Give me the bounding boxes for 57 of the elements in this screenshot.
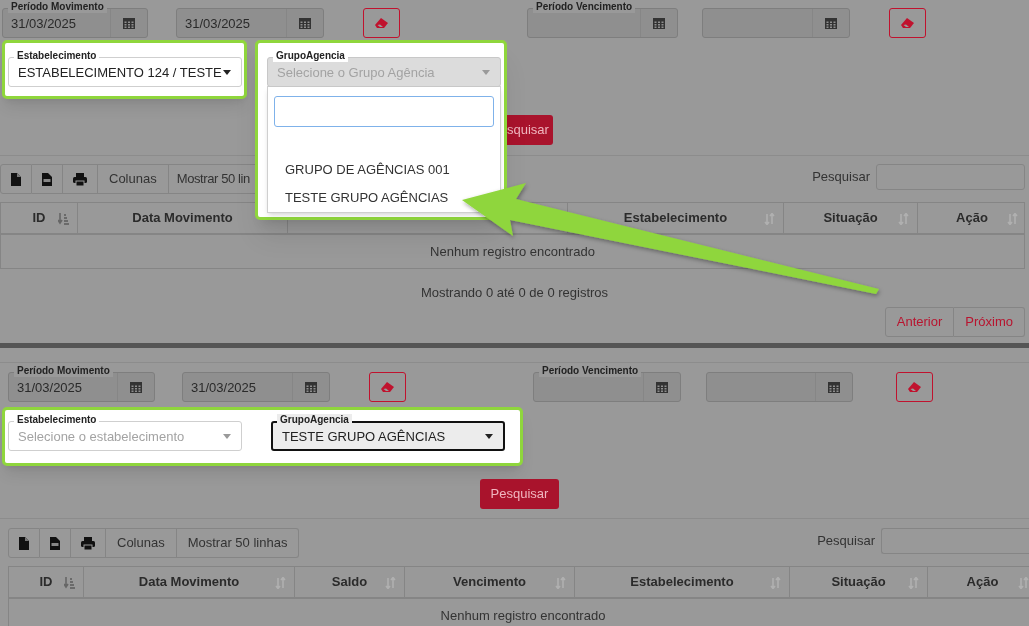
column-header[interactable]: Saldo [331,572,368,592]
column-header[interactable]: Ação [956,208,988,228]
clear-button[interactable] [363,8,400,38]
column-header[interactable]: Situação [823,208,878,228]
toolbar-button[interactable]: Colunas [98,164,169,194]
calendar-icon [299,17,311,29]
print-button[interactable] [71,528,106,558]
caret-icon [223,69,231,75]
pdf-button[interactable] [32,164,63,194]
eraser-icon [907,381,922,393]
column-header[interactable]: Estabelecimento [630,572,734,592]
eraser-icon [380,381,395,393]
column-header[interactable]: ID [32,208,46,228]
column-header[interactable]: Ação [966,572,999,592]
sort-ascending-icon [64,577,75,589]
caret-icon [482,69,490,75]
pdf-file-icon [42,172,52,186]
dropdown-option[interactable]: TESTE GRUPO AGÊNCIAS [285,184,449,212]
pdf-button[interactable] [40,528,71,558]
file-button[interactable] [8,528,40,558]
calendar-icon [130,381,142,393]
print-button[interactable] [63,164,98,194]
clear-button[interactable] [896,372,933,402]
column-header[interactable]: Estabelecimento [623,208,728,228]
file-button[interactable] [0,164,32,194]
search-button[interactable]: Pesquisar [480,479,559,509]
search-label: Pesquisar [812,168,870,186]
printer-icon [81,536,95,550]
calendar-icon [656,381,668,393]
calendar-icon [305,381,317,393]
eraser-icon [900,17,915,29]
table-info: Mostrando 0 até 0 de 0 registros [420,284,609,302]
toolbar-button[interactable]: Mostrar 50 linhas [176,528,300,558]
calendar-icon [828,381,840,393]
column-header[interactable]: Data Movimento [132,208,233,228]
dropdown-option[interactable]: GRUPO DE AGÊNCIAS 001 [285,156,450,184]
file-icon [19,536,29,550]
printer-icon [73,172,87,186]
toolbar-button[interactable]: Colunas [106,528,177,558]
eraser-icon [374,17,389,29]
column-header[interactable]: ID [39,572,53,592]
calendar-icon [825,17,837,29]
clear-button[interactable] [889,8,926,38]
column-header[interactable]: Situação [831,572,886,592]
calendar-icon [653,17,665,29]
sort-ascending-icon [58,213,69,225]
calendar-icon [123,17,135,29]
column-header[interactable]: Data Movimento [138,572,240,592]
pdf-file-icon [50,536,60,550]
caret-icon [223,433,231,439]
search-label: Pesquisar [817,532,875,550]
column-header[interactable]: Vencimento [453,572,526,592]
search-field[interactable] [274,96,494,127]
caret-icon [485,433,493,439]
search-button[interactable]: squisar [506,115,553,145]
file-icon [11,172,21,186]
clear-button[interactable] [369,372,406,402]
